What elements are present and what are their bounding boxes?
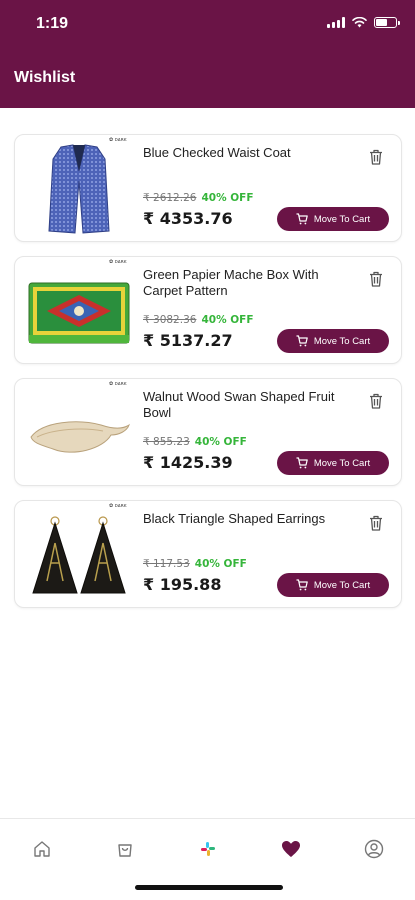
brand-mark: ✿ ᴅᴀʀᴋ	[109, 259, 127, 265]
wishlist-item[interactable]: ✿ ᴅᴀʀᴋ Black Triangle Shaped Earrings ₹ …	[14, 500, 402, 608]
brand-mark: ✿ ᴅᴀʀᴋ	[109, 381, 127, 387]
product-image-triangle-earrings	[32, 516, 126, 594]
product-name[interactable]: Walnut Wood Swan Shaped Fruit Bowl	[143, 389, 343, 421]
status-time: 1:19	[36, 15, 69, 32]
cart-icon	[296, 579, 308, 591]
final-price: ₹ 195.88	[143, 575, 222, 594]
product-image-waist-coat	[48, 144, 110, 234]
cart-icon	[296, 457, 308, 469]
discount-label: 40% OFF	[194, 436, 247, 448]
home-icon	[34, 841, 50, 857]
move-to-cart-button[interactable]: Move To Cart	[277, 329, 389, 353]
shopping-bag-icon	[118, 844, 132, 857]
discount-label: 40% OFF	[194, 558, 247, 570]
tab-wishlist[interactable]	[278, 836, 304, 862]
delete-icon[interactable]	[369, 271, 383, 287]
price-row: ₹ 117.53 40% OFF	[143, 558, 247, 570]
delete-icon[interactable]	[369, 393, 383, 409]
move-to-cart-button[interactable]: Move To Cart	[277, 451, 389, 475]
move-to-cart-label: Move To Cart	[313, 579, 371, 591]
battery-icon	[374, 17, 400, 28]
final-price: ₹ 5137.27	[143, 331, 233, 350]
product-name[interactable]: Blue Checked Waist Coat	[143, 145, 343, 161]
tab-profile[interactable]	[361, 836, 387, 862]
delete-icon[interactable]	[369, 149, 383, 165]
wishlist-item[interactable]: ✿ ᴅᴀʀᴋ Blue Checked Waist Coat ₹ 2612.26…	[14, 134, 402, 242]
status-icons	[327, 17, 400, 28]
tab-home[interactable]	[29, 836, 55, 862]
price-row: ₹ 855.23 40% OFF	[143, 436, 247, 448]
move-to-cart-label: Move To Cart	[313, 335, 371, 347]
move-to-cart-button[interactable]: Move To Cart	[277, 573, 389, 597]
move-to-cart-button[interactable]: Move To Cart	[277, 207, 389, 231]
product-name[interactable]: Black Triangle Shaped Earrings	[143, 511, 343, 527]
price-row: ₹ 2612.26 40% OFF	[143, 192, 254, 204]
wishlist-item[interactable]: ✿ ᴅᴀʀᴋ Green Papier Mache Box With Carpe…	[14, 256, 402, 364]
product-image-swan-bowl	[30, 421, 130, 453]
cart-icon	[296, 213, 308, 225]
original-price: ₹ 117.53	[143, 558, 190, 570]
wishlist-item[interactable]: ✿ ᴅᴀʀᴋ Walnut Wood Swan Shaped Fruit Bow…	[14, 378, 402, 486]
brand-mark: ✿ ᴅᴀʀᴋ	[109, 503, 127, 509]
final-price: ₹ 1425.39	[143, 453, 233, 472]
profile-icon	[364, 839, 384, 859]
price-row: ₹ 3082.36 40% OFF	[143, 314, 254, 326]
final-price: ₹ 4353.76	[143, 209, 233, 228]
heart-icon	[282, 841, 300, 857]
move-to-cart-label: Move To Cart	[313, 457, 371, 469]
delete-icon[interactable]	[369, 515, 383, 531]
home-indicator	[135, 885, 283, 890]
move-to-cart-label: Move To Cart	[313, 213, 371, 225]
wifi-icon	[352, 17, 367, 28]
app-header: 1:19 Wishlist	[0, 0, 415, 108]
product-image-papier-mache-box	[28, 282, 130, 344]
tab-bag[interactable]	[112, 836, 138, 862]
original-price: ₹ 2612.26	[143, 192, 197, 204]
wishlist: ✿ ᴅᴀʀᴋ Blue Checked Waist Coat ₹ 2612.26…	[14, 134, 402, 622]
tab-apps[interactable]	[195, 836, 221, 862]
cart-icon	[296, 335, 308, 347]
slack-logo-icon	[201, 842, 215, 856]
discount-label: 40% OFF	[201, 192, 254, 204]
original-price: ₹ 3082.36	[143, 314, 197, 326]
discount-label: 40% OFF	[201, 314, 254, 326]
original-price: ₹ 855.23	[143, 436, 190, 448]
product-name[interactable]: Green Papier Mache Box With Carpet Patte…	[143, 267, 343, 299]
page-title: Wishlist	[14, 69, 76, 86]
signal-icon	[327, 17, 345, 28]
brand-mark: ✿ ᴅᴀʀᴋ	[109, 137, 127, 143]
